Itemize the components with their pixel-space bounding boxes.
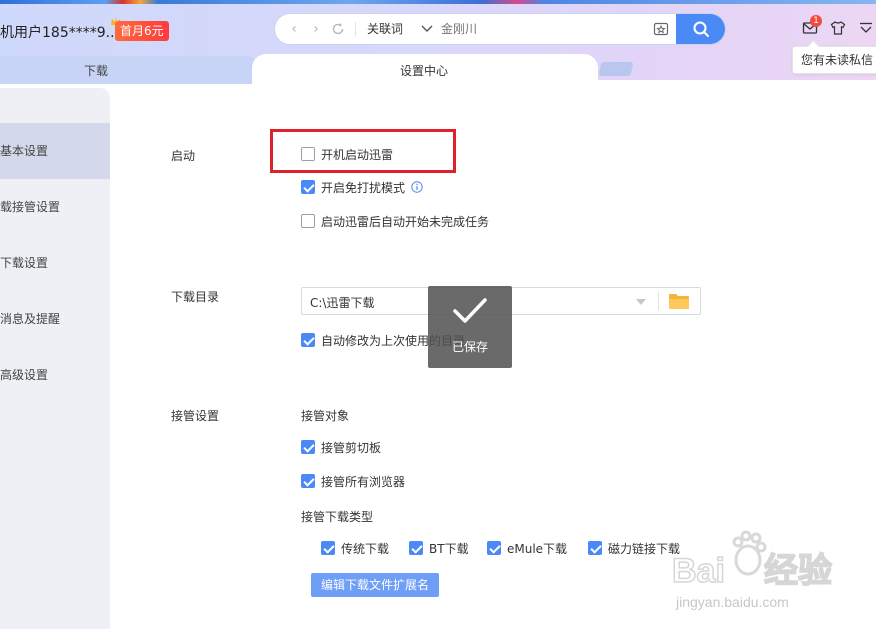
back-icon[interactable]: ‹ — [287, 21, 301, 37]
edit-extensions-button[interactable]: 编辑下载文件扩展名 — [311, 573, 439, 597]
magnet-checkbox[interactable] — [588, 541, 602, 555]
search-bar: ‹ › 关联词 — [274, 13, 726, 45]
unread-message-tooltip: 您有未读私信 — [792, 46, 876, 74]
check-icon — [453, 298, 487, 323]
refresh-icon[interactable] — [331, 22, 345, 36]
forward-icon[interactable]: › — [309, 21, 323, 37]
bt-label: BT下载 — [429, 541, 469, 556]
app-header: 机用户185****9... 首月6元 ‹ › 关联词 1 您有未读私信 下载 … — [0, 4, 876, 84]
user-name[interactable]: 机用户185****9... — [0, 22, 119, 42]
dnd-checkbox[interactable] — [301, 180, 315, 194]
search-button[interactable] — [676, 14, 725, 44]
tab-settings-label: 设置中心 — [400, 64, 449, 78]
svg-text:经验: 经验 — [764, 551, 832, 590]
search-icon — [693, 21, 709, 37]
info-icon[interactable] — [411, 181, 423, 193]
startup-option-dnd[interactable]: 开启免打扰模式 — [301, 179, 423, 195]
tab-download-label: 下载 — [84, 64, 109, 78]
message-count-badge: 1 — [810, 15, 822, 27]
dir-divider — [658, 292, 659, 310]
takeover-browsers-option[interactable]: 接管所有浏览器 — [301, 473, 405, 489]
takeover-target-label: 接管对象 — [301, 409, 350, 423]
takeover-section-label: 接管设置 — [171, 409, 220, 423]
emule-label: eMule下载 — [507, 541, 568, 556]
chevron-down-icon[interactable] — [420, 22, 434, 36]
auto-modify-dir-checkbox[interactable] — [301, 333, 315, 347]
sidebar-item-download[interactable]: 下载设置 — [0, 235, 110, 291]
sidebar-item-takeover[interactable]: 载接管设置 — [0, 179, 110, 235]
tab-download[interactable]: 下载 — [0, 56, 258, 84]
clipboard-checkbox[interactable] — [301, 440, 315, 454]
type-bt-option[interactable]: BT下载 — [409, 540, 469, 556]
takeover-clipboard-option[interactable]: 接管剪切板 — [301, 439, 381, 455]
tab-settings[interactable]: 设置中心 — [252, 54, 598, 84]
clipboard-label: 接管剪切板 — [321, 440, 382, 455]
sidebar-item-basic[interactable]: 基本设置 — [0, 123, 110, 179]
keyword-type-select[interactable]: 关联词 — [367, 14, 403, 44]
svg-text:Bai: Bai — [672, 552, 725, 590]
emule-checkbox[interactable] — [487, 541, 501, 555]
skin-icon[interactable] — [830, 20, 846, 36]
new-tab-button[interactable] — [598, 62, 634, 76]
folder-icon[interactable] — [668, 293, 690, 310]
startup-section-label: 启动 — [171, 149, 196, 163]
traditional-label: 传统下载 — [341, 541, 390, 556]
settings-sidebar: 基本设置 载接管设置 下载设置 消息及提醒 高级设置 — [0, 88, 110, 629]
type-magnet-option[interactable]: 磁力链接下载 — [588, 540, 680, 556]
saved-toast-text: 已保存 — [451, 340, 488, 354]
type-traditional-option[interactable]: 传统下载 — [321, 540, 389, 556]
search-input[interactable] — [441, 14, 641, 44]
resume-checkbox[interactable] — [301, 214, 315, 228]
startup-option-resume[interactable]: 启动迅雷后自动开始未完成任务 — [301, 213, 489, 229]
browsers-checkbox[interactable] — [301, 474, 315, 488]
traditional-checkbox[interactable] — [321, 541, 335, 555]
sidebar-item-advanced[interactable]: 高级设置 — [0, 347, 110, 403]
download-dir-section-label: 下载目录 — [171, 290, 220, 304]
type-emule-option[interactable]: eMule下载 — [487, 540, 567, 556]
dropdown-arrow-icon[interactable] — [636, 299, 646, 305]
highlight-annotation-box — [270, 129, 456, 173]
menu-icon[interactable] — [858, 20, 874, 36]
vip-promo-badge[interactable]: 首月6元 — [115, 21, 169, 41]
saved-toast: 已保存 — [428, 286, 512, 368]
watermark-url: jingyan.baidu.com — [676, 594, 789, 610]
download-dir-path: C:\迅雷下载 — [310, 296, 375, 310]
takeover-types-label: 接管下载类型 — [301, 510, 374, 524]
browsers-label: 接管所有浏览器 — [321, 474, 406, 489]
nav-divider — [355, 22, 356, 36]
favorite-icon[interactable] — [653, 21, 669, 37]
resume-label: 启动迅雷后自动开始未完成任务 — [321, 214, 490, 229]
dnd-label: 开启免打扰模式 — [321, 180, 406, 195]
bt-checkbox[interactable] — [409, 541, 423, 555]
sidebar-item-notifications[interactable]: 消息及提醒 — [0, 291, 110, 347]
